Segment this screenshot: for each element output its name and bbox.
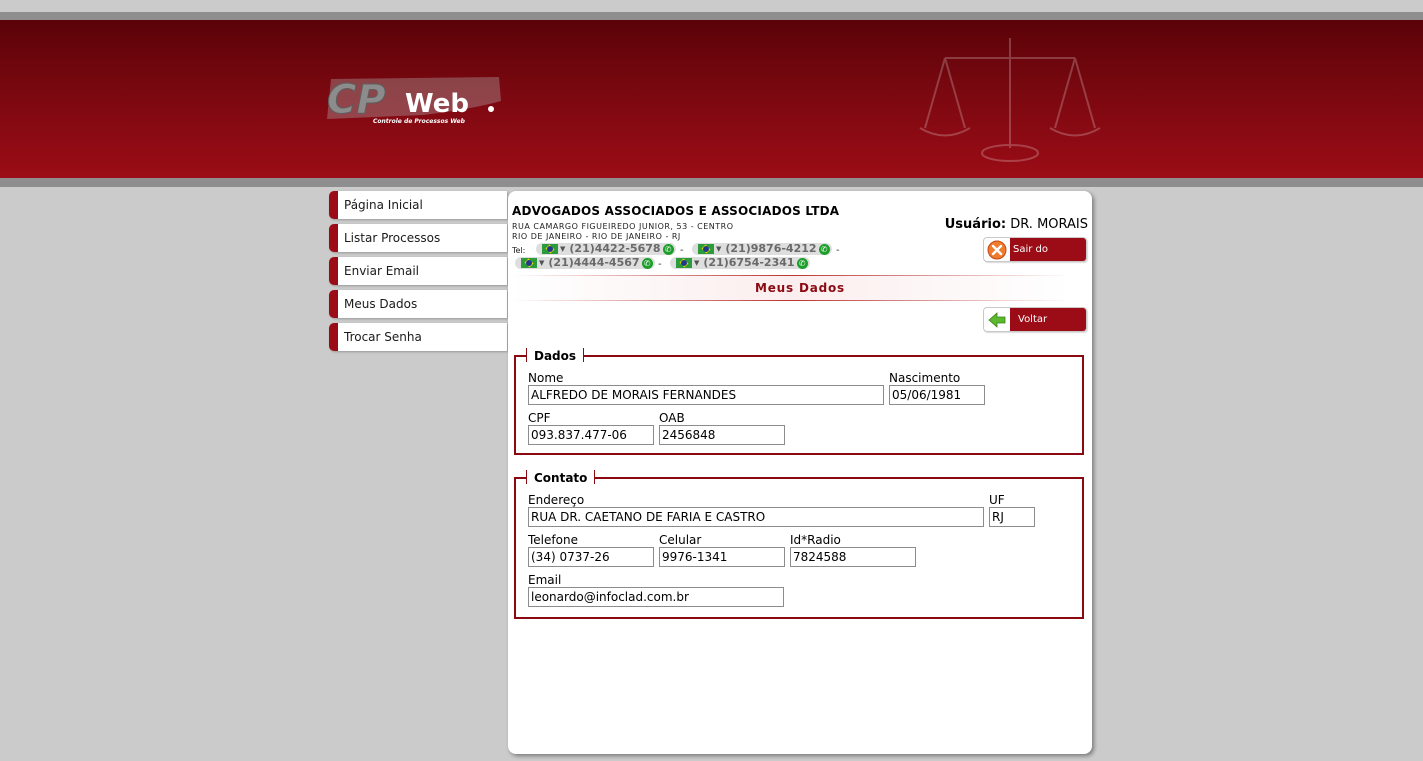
phone-separator: - — [658, 259, 662, 270]
caret-down-icon: ▼ — [539, 259, 545, 267]
menu-item-enviar-email[interactable]: Enviar Email — [329, 257, 507, 285]
user-label: Usuário: — [944, 217, 1007, 232]
telefone-field[interactable]: (34) 0737-26 — [528, 547, 654, 567]
menu-item-trocar-senha[interactable]: Trocar Senha — [329, 323, 507, 351]
title-divider-top — [512, 275, 1070, 276]
nascimento-label: Nascimento — [889, 371, 961, 385]
header-banner — [0, 20, 1423, 178]
top-gray-bar — [0, 12, 1423, 20]
company-address-line1: RUA CAMARGO FIGUEIREDO JUNIOR, 53 - CENT… — [512, 222, 734, 231]
company-name: ADVOGADOS ASSOCIADOS E ASSOCIADOS LTDA — [512, 204, 840, 218]
phone-icon: ✆ — [641, 257, 653, 269]
cpf-field[interactable]: 093.837.477-06 — [528, 425, 654, 445]
user-name: DR. MORAIS — [1010, 217, 1088, 232]
menu-item-pagina-inicial[interactable]: Página Inicial — [329, 191, 507, 219]
main-panel: ADVOGADOS ASSOCIADOS E ASSOCIADOS LTDA R… — [508, 191, 1092, 754]
phone-separator: - — [680, 245, 684, 256]
phone-number: (21)4422-5678 — [569, 242, 661, 255]
contato-fieldset: Contato Endereço RUA DR. CAETANO DE FARI… — [514, 470, 1084, 619]
phone-badge: ▼ (21)6754-2341 ✆ — [670, 257, 810, 269]
uf-field[interactable]: RJ — [989, 507, 1035, 527]
endereco-field[interactable]: RUA DR. CAETANO DE FARIA E CASTRO — [528, 507, 984, 527]
back-button[interactable]: Voltar — [983, 307, 1087, 332]
menu-item-listar-processos[interactable]: Listar Processos — [329, 224, 507, 252]
logo-web-text: Web — [405, 89, 469, 119]
endereco-label: Endereço — [528, 493, 585, 507]
brazil-flag-icon — [676, 258, 692, 268]
uf-label: UF — [989, 493, 1005, 507]
phone-number: (21)6754-2341 — [703, 256, 795, 269]
brazil-flag-icon — [542, 244, 558, 254]
exit-button-label: Sair do Sistema — [1010, 238, 1086, 278]
scales-of-justice-icon — [915, 28, 1105, 168]
brazil-flag-icon — [521, 258, 537, 268]
phone-badge: ▼ (21)4422-5678 ✆ — [536, 243, 676, 255]
phone-badge: ▼ (21)9876-4212 ✆ — [692, 243, 832, 255]
phone-icon: ✆ — [796, 257, 808, 269]
phone-icon: ✆ — [662, 243, 674, 255]
banner-bottom-bar — [0, 178, 1423, 187]
contato-legend: Contato — [526, 470, 596, 486]
telefone-label: Telefone — [528, 533, 578, 547]
exit-button[interactable]: Sair do Sistema — [983, 237, 1087, 278]
cpweb-logo: CP Web Controle de Processos Web — [323, 57, 505, 127]
celular-field[interactable]: 9976-1341 — [659, 547, 785, 567]
page-title: Meus Dados — [755, 281, 845, 295]
celular-label: Celular — [659, 533, 702, 547]
nascimento-field[interactable]: 05/06/1981 — [889, 385, 985, 405]
phone-separator: - — [836, 245, 840, 256]
caret-down-icon: ▼ — [560, 245, 566, 253]
sidebar-menu: Página Inicial Listar Processos Enviar E… — [329, 191, 507, 356]
phone-number: (21)9876-4212 — [725, 242, 817, 255]
logo-subtitle: Controle de Processos Web — [373, 118, 466, 125]
brazil-flag-icon — [698, 244, 714, 254]
dados-fieldset: Dados Nome ALFREDO DE MORAIS FERNANDES N… — [514, 348, 1084, 455]
menu-item-meus-dados[interactable]: Meus Dados — [329, 290, 507, 318]
nome-field[interactable]: ALFREDO DE MORAIS FERNANDES — [528, 385, 884, 405]
caret-down-icon: ▼ — [716, 245, 722, 253]
arrow-left-icon — [987, 310, 1007, 330]
idradio-label: Id*Radio — [790, 533, 841, 547]
company-address-line2: RIO DE JANEIRO - RIO DE JANEIRO - RJ — [512, 232, 681, 241]
dados-legend: Dados — [526, 348, 585, 364]
top-margin — [0, 0, 1423, 12]
tel-label: Tel: — [512, 246, 526, 255]
close-circle-icon — [987, 240, 1007, 260]
title-divider-bottom — [512, 300, 1070, 301]
user-info: Usuário: DR. MORAIS — [945, 217, 1088, 232]
oab-label: OAB — [659, 411, 685, 425]
email-field[interactable]: leonardo@infoclad.com.br — [528, 587, 784, 607]
caret-down-icon: ▼ — [694, 259, 700, 267]
phone-icon: ✆ — [818, 243, 830, 255]
logo-cp-text: CP — [327, 77, 386, 123]
back-button-label: Voltar — [1010, 308, 1086, 331]
oab-field[interactable]: 2456848 — [659, 425, 785, 445]
nome-label: Nome — [528, 371, 564, 385]
phone-number: (21)4444-4567 — [548, 256, 640, 269]
cpf-label: CPF — [528, 411, 551, 425]
email-label: Email — [528, 573, 562, 587]
phone-badge: ▼ (21)4444-4567 ✆ — [515, 257, 655, 269]
idradio-field[interactable]: 7824588 — [790, 547, 916, 567]
